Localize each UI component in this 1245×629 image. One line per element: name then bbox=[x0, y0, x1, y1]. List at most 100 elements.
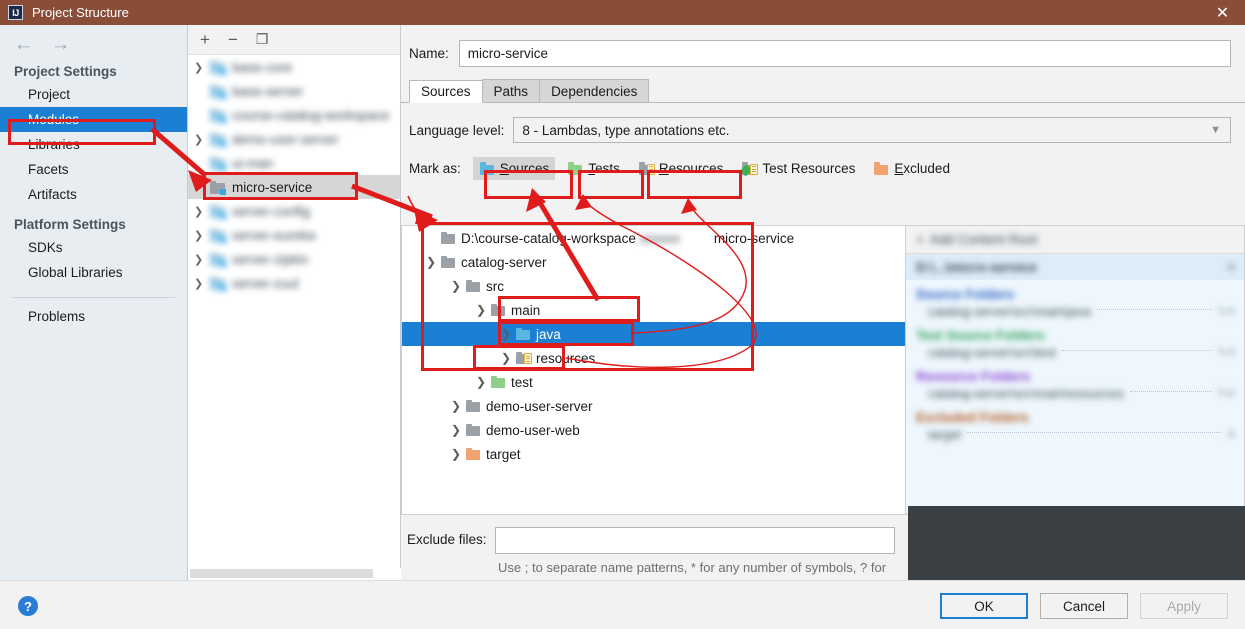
tree-row-target[interactable]: ❯ target bbox=[402, 442, 905, 466]
close-icon[interactable]: ✕ bbox=[1200, 0, 1245, 25]
remove-icon[interactable]: ✕ bbox=[1227, 346, 1236, 359]
add-content-root-label: Add Content Root bbox=[929, 232, 1038, 247]
edit-icon[interactable]: ✎ bbox=[1218, 305, 1227, 318]
sidebar-item-sdks[interactable]: SDKs bbox=[0, 235, 187, 260]
tree-row-content-root[interactable]: ❯ D:\course-catalog-workspace xxxxxx mic… bbox=[402, 226, 905, 250]
cancel-button[interactable]: Cancel bbox=[1040, 593, 1128, 619]
expand-chevron-icon[interactable]: ❯ bbox=[194, 133, 210, 146]
sidebar-item-global-libraries[interactable]: Global Libraries bbox=[0, 260, 187, 285]
tab-dependencies[interactable]: Dependencies bbox=[539, 79, 650, 102]
tree-row-catalog-server[interactable]: ❯ catalog-server bbox=[402, 250, 905, 274]
edit-icon[interactable]: ✎ bbox=[1218, 387, 1227, 400]
resource-folder-row[interactable]: catalog-server\src\main\resources ✎ ✕ bbox=[906, 384, 1244, 403]
module-list-item[interactable]: ❯ server-zuul bbox=[188, 271, 400, 295]
excluded-folder-row[interactable]: target ✕ bbox=[906, 425, 1244, 444]
remove-module-icon[interactable]: − bbox=[228, 31, 238, 48]
expand-chevron-icon[interactable]: ❯ bbox=[472, 375, 490, 389]
help-button[interactable]: ? bbox=[18, 596, 38, 616]
content-root-info-panel: + Add Content Root D:\...\micro-service … bbox=[905, 225, 1245, 515]
tab-sources[interactable]: Sources bbox=[409, 80, 483, 103]
folder-green-icon bbox=[567, 162, 584, 176]
module-list-item[interactable]: ❯ demo-user-server bbox=[188, 127, 400, 151]
expand-chevron-icon[interactable]: ❯ bbox=[497, 327, 515, 341]
tab-paths[interactable]: Paths bbox=[481, 79, 541, 102]
add-content-root-button[interactable]: + Add Content Root bbox=[906, 226, 1244, 254]
expand-chevron-icon[interactable]: ❯ bbox=[447, 423, 465, 437]
ok-button[interactable]: OK bbox=[940, 593, 1028, 619]
sidebar-item-libraries[interactable]: Libraries bbox=[0, 132, 187, 157]
folder-resources-icon bbox=[515, 351, 532, 365]
title-bar: IJ Project Structure ✕ bbox=[0, 0, 1245, 25]
module-icon bbox=[210, 60, 226, 75]
module-list-horizontal-scrollbar[interactable] bbox=[188, 568, 401, 580]
edit-icon[interactable]: ✎ bbox=[1218, 346, 1227, 359]
dialog-button-bar: ? OK Cancel Apply bbox=[0, 580, 1245, 629]
detail-tabs: Sources Paths Dependencies bbox=[401, 79, 1245, 103]
sidebar-item-problems[interactable]: Problems bbox=[0, 304, 187, 329]
remove-icon[interactable]: ✕ bbox=[1227, 428, 1236, 441]
module-list-item-micro-service[interactable]: ❯ micro-service bbox=[188, 175, 400, 199]
chevron-down-icon[interactable]: ▼ bbox=[1210, 124, 1221, 136]
tree-label: main bbox=[511, 302, 541, 318]
dotted-leader bbox=[1129, 391, 1212, 392]
expand-chevron-icon[interactable]: ❯ bbox=[194, 229, 210, 242]
expand-chevron-icon[interactable]: ❯ bbox=[497, 351, 515, 365]
collapse-chevron-icon[interactable]: ❯ bbox=[422, 255, 440, 269]
add-module-icon[interactable]: + bbox=[200, 31, 210, 48]
expand-chevron-icon[interactable]: ❯ bbox=[447, 447, 465, 461]
mark-as-tests-button[interactable]: Tests bbox=[561, 157, 626, 180]
expand-chevron-icon[interactable]: ❯ bbox=[447, 399, 465, 413]
scrollbar-thumb[interactable] bbox=[190, 569, 373, 578]
sidebar-item-facets[interactable]: Facets bbox=[0, 157, 187, 182]
module-list-item[interactable]: ❯ server-config bbox=[188, 199, 400, 223]
tree-row-src[interactable]: ❯ src bbox=[402, 274, 905, 298]
dotted-leader bbox=[1096, 309, 1212, 310]
expand-chevron-icon[interactable]: ❯ bbox=[194, 61, 210, 74]
collapse-chevron-icon[interactable]: ❯ bbox=[472, 303, 490, 317]
tree-row-main[interactable]: ❯ main bbox=[402, 298, 905, 322]
module-list-item[interactable]: ❯ base-core bbox=[188, 55, 400, 79]
module-label: server-zipkin bbox=[232, 251, 309, 267]
remove-icon[interactable]: ✕ bbox=[1227, 305, 1236, 318]
language-level-label: Language level: bbox=[409, 122, 505, 138]
mark-as-test-resources-button[interactable]: Test Resources bbox=[735, 157, 861, 180]
expand-chevron-icon[interactable]: ❯ bbox=[194, 277, 210, 290]
source-folder-row[interactable]: catalog-server\src\main\java ✎ ✕ bbox=[906, 302, 1244, 321]
excluded-folders-heading: Excluded Folders bbox=[916, 410, 1029, 425]
sidebar-item-artifacts[interactable]: Artifacts bbox=[0, 182, 187, 207]
test-source-folder-row[interactable]: catalog-server\src\test ✎ ✕ bbox=[906, 343, 1244, 362]
tree-row-java[interactable]: ❯ java bbox=[402, 322, 905, 346]
module-list-item[interactable]: ❯ base-server bbox=[188, 79, 400, 103]
exclude-files-input[interactable] bbox=[494, 527, 895, 554]
remove-root-icon[interactable]: ✕ bbox=[1227, 261, 1236, 274]
module-label: server-config bbox=[232, 203, 311, 219]
tree-row-demo-user-server[interactable]: ❯ demo-user-server bbox=[402, 394, 905, 418]
language-level-select[interactable]: 8 - Lambdas, type annotations etc. ▼ bbox=[513, 117, 1231, 143]
collapse-chevron-icon[interactable]: ❯ bbox=[447, 279, 465, 293]
mark-as-excluded-button[interactable]: Excluded bbox=[867, 157, 956, 180]
module-list[interactable]: ❯ base-core ❯ base-server ❯ course-catal… bbox=[188, 55, 400, 547]
tree-row-test[interactable]: ❯ test bbox=[402, 370, 905, 394]
source-folder-tree[interactable]: ❯ D:\course-catalog-workspace xxxxxx mic… bbox=[401, 225, 905, 515]
name-input[interactable]: micro-service bbox=[458, 40, 1231, 67]
tree-row-resources[interactable]: ❯ resources bbox=[402, 346, 905, 370]
expand-chevron-icon[interactable]: ❯ bbox=[194, 205, 210, 218]
remove-icon[interactable]: ✕ bbox=[1227, 387, 1236, 400]
forward-arrow-icon[interactable]: → bbox=[51, 35, 70, 54]
module-list-item[interactable]: ❯ ui-man bbox=[188, 151, 400, 175]
content-root-path-row[interactable]: D:\...\micro-service ✕ bbox=[906, 254, 1244, 280]
back-arrow-icon[interactable]: ← bbox=[14, 35, 33, 54]
tree-label: target bbox=[486, 446, 521, 462]
module-list-item[interactable]: ❯ server-zipkin bbox=[188, 247, 400, 271]
sidebar-item-project[interactable]: Project bbox=[0, 82, 187, 107]
sidebar-item-modules[interactable]: Modules bbox=[0, 107, 187, 132]
module-list-item[interactable]: ❯ course-catalog-workspace bbox=[188, 103, 400, 127]
expand-chevron-icon[interactable]: ❯ bbox=[194, 253, 210, 266]
module-list-item[interactable]: ❯ server-eureka bbox=[188, 223, 400, 247]
tree-row-demo-user-web[interactable]: ❯ demo-user-web bbox=[402, 418, 905, 442]
mark-as-sources-button[interactable]: Sources bbox=[472, 157, 556, 180]
copy-module-icon[interactable]: ❐ bbox=[256, 31, 269, 48]
mark-as-resources-button[interactable]: Resources bbox=[632, 157, 730, 180]
module-label: server-eureka bbox=[232, 227, 316, 243]
mark-resources-label: Resources bbox=[658, 161, 724, 176]
